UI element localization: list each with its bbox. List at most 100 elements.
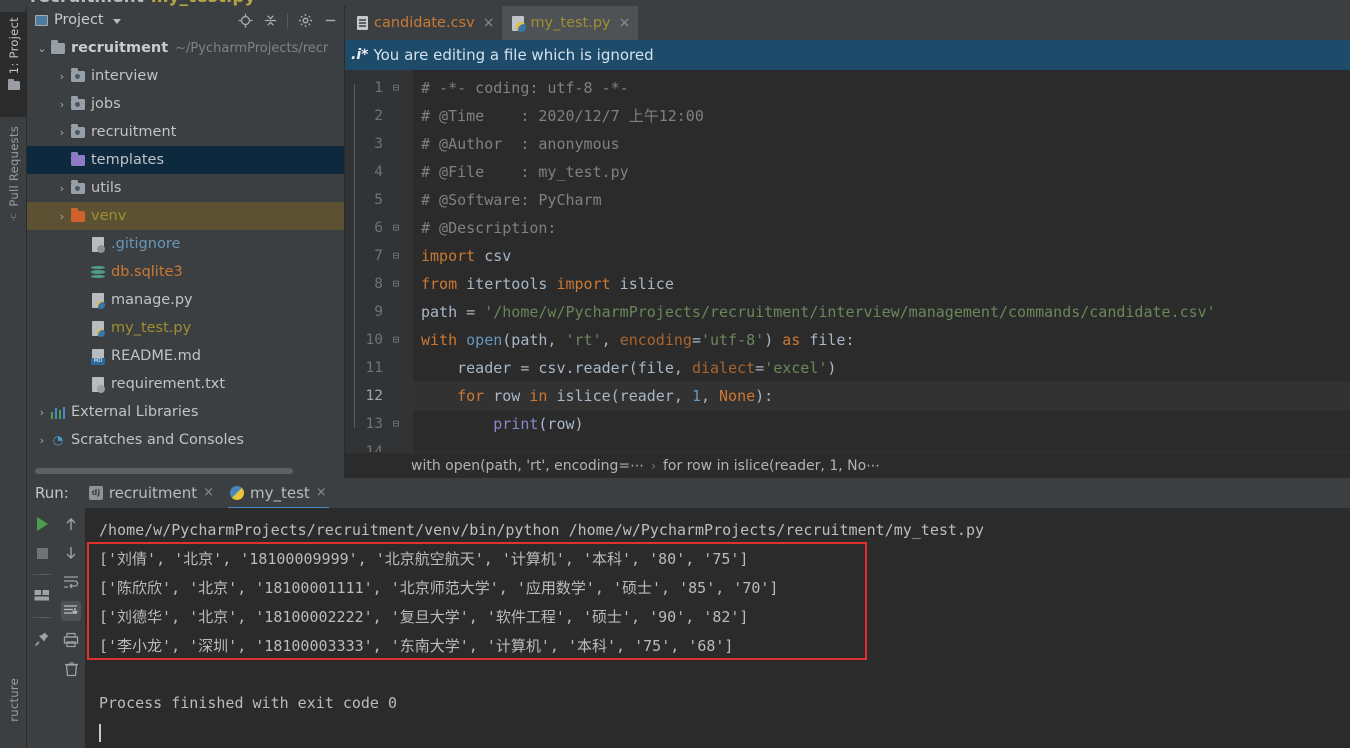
run-tab-label: my_test — [250, 483, 310, 502]
code-line[interactable]: # @Time : 2020/12/7 上午12:00 — [413, 102, 1350, 130]
code-editor[interactable]: ⊟ ⊟ ⊟ ⊟ ⊟ ⊟ 1 2 3 4 5 6 7 8 9 10 11 12 13 14 # -*- coding:… — [345, 70, 1350, 452]
tree-item-jobs[interactable]: › jobs — [27, 90, 344, 118]
code-token: 'rt' — [565, 331, 602, 349]
project-tree[interactable]: ⌄ recruitment ~/PycharmProjects/recr › inter… — [27, 34, 344, 478]
down-stacktrace-button[interactable] — [61, 543, 81, 563]
toolbar-divider — [33, 574, 51, 575]
code-fold-line — [354, 84, 355, 428]
chevron-down-icon[interactable] — [112, 18, 121, 24]
pin-tab-button[interactable] — [32, 629, 52, 649]
tree-item-db-sqlite3[interactable]: db.sqlite3 — [27, 258, 344, 286]
code-line[interactable]: print(row) — [413, 410, 1350, 438]
close-icon[interactable]: × — [619, 15, 631, 31]
fold-toggle-icon[interactable]: ⊟ — [387, 74, 405, 102]
folder-module-icon — [71, 68, 85, 82]
python-icon — [230, 485, 244, 500]
file-gitignore-icon — [92, 236, 105, 253]
toolwindow-button-project[interactable]: 1: Project — [0, 12, 27, 117]
tree-item-recruitment[interactable]: › recruitment — [27, 118, 344, 146]
breadcrumb-item[interactable]: with open(path, 'rt', encoding=⋯ — [411, 458, 644, 474]
project-tree-horizontal-scrollbar[interactable] — [35, 468, 293, 474]
expand-arrow-icon[interactable]: › — [55, 211, 69, 222]
expand-arrow-icon[interactable]: › — [55, 183, 69, 194]
editor-tab-candidate-csv[interactable]: candidate.csv × — [347, 6, 502, 40]
expand-arrow-icon[interactable]: ⌄ — [35, 43, 49, 54]
code-line[interactable] — [413, 438, 1350, 452]
expand-arrow-icon[interactable]: › — [55, 99, 69, 110]
line-number-gutter[interactable]: ⊟ ⊟ ⊟ ⊟ ⊟ ⊟ 1 2 3 4 5 6 7 8 9 10 11 12 13 14 — [345, 70, 413, 452]
expand-arrow-icon[interactable]: › — [35, 407, 49, 418]
code-token: = — [691, 331, 701, 349]
locate-icon[interactable] — [237, 12, 253, 28]
folder-module-icon — [71, 180, 85, 194]
run-tab-my-test[interactable]: my_test × — [224, 481, 333, 509]
breadcrumb[interactable]: with open(path, 'rt', encoding=⋯ › for row… — [345, 452, 1350, 478]
toolwindow-button-structure[interactable]: ructure — [0, 674, 27, 748]
code-line[interactable]: import csv — [413, 242, 1350, 270]
editor-notification-bar[interactable]: .i* You are editing a file which is igno… — [345, 40, 1350, 70]
tree-item-recruitment[interactable]: ⌄ recruitment ~/PycharmProjects/recr — [27, 34, 344, 62]
code-content[interactable]: # -*- coding: utf-8 -*- # @Time : 2020/12… — [413, 70, 1350, 452]
tree-item-utils[interactable]: › utils — [27, 174, 344, 202]
csv-file-icon — [357, 16, 368, 30]
code-token: open — [466, 331, 503, 349]
code-line[interactable]: # @Software: PyCharm — [413, 186, 1350, 214]
tree-item-readme-md[interactable]: README.md — [27, 342, 344, 370]
toolwindow-button-pull-requests[interactable]: Pull Requests ⑂ — [0, 122, 27, 252]
code-line[interactable]: for row in islice(reader, 1, None): — [413, 382, 1350, 410]
restore-layout-button[interactable] — [32, 586, 52, 606]
tree-item-requirement-txt[interactable]: requirement.txt — [27, 370, 344, 398]
code-line[interactable]: with open(path, 'rt', encoding='utf-8') … — [413, 326, 1350, 354]
tree-item-interview[interactable]: › interview — [27, 62, 344, 90]
code-line[interactable]: reader = csv.reader(file, dialect='excel… — [413, 354, 1350, 382]
tree-item-venv[interactable]: › venv — [27, 202, 344, 230]
fold-toggle-icon[interactable]: ⊟ — [387, 326, 405, 354]
scroll-to-end-button[interactable] — [61, 601, 81, 621]
console-scrollbar[interactable] — [1339, 508, 1350, 748]
close-icon[interactable]: × — [316, 485, 327, 500]
breadcrumb-item[interactable]: for row in islice(reader, 1, No⋯ — [663, 458, 880, 474]
clear-all-button[interactable] — [61, 659, 81, 679]
expand-arrow-icon[interactable]: › — [35, 435, 49, 446]
settings-gear-icon[interactable] — [297, 12, 313, 28]
code-line[interactable]: # -*- coding: utf-8 -*- — [413, 74, 1350, 102]
code-line[interactable]: # @File : my_test.py — [413, 158, 1350, 186]
collapse-all-icon[interactable] — [262, 12, 278, 28]
tree-item-templates[interactable]: templates — [27, 146, 344, 174]
run-tab-recruitment[interactable]: dj recruitment × — [83, 481, 220, 506]
code-token: from — [421, 275, 458, 293]
close-icon[interactable]: × — [483, 15, 495, 31]
rerun-button[interactable] — [32, 514, 52, 534]
tree-item-gitignore[interactable]: .gitignore — [27, 230, 344, 258]
up-stacktrace-button[interactable] — [61, 514, 81, 534]
file-python-icon — [92, 320, 105, 337]
code-line[interactable]: path = '/home/w/PycharmProjects/recruitm… — [413, 298, 1350, 326]
console-rows: ['刘倩', '北京', '18100009999', '北京航空航天', '计… — [99, 545, 1350, 661]
code-line[interactable]: # @Description: — [413, 214, 1350, 242]
editor-tab-label: candidate.csv — [374, 15, 475, 31]
print-button[interactable] — [61, 630, 81, 650]
fold-toggle-icon[interactable]: ⊟ — [387, 410, 405, 438]
django-icon: dj — [88, 485, 103, 500]
expand-arrow-icon[interactable]: › — [55, 127, 69, 138]
project-panel-title-group[interactable]: Project — [35, 12, 121, 28]
code-line[interactable]: # @Author : anonymous — [413, 130, 1350, 158]
fold-toggle-icon[interactable]: ⊟ — [387, 270, 405, 298]
soft-wrap-button[interactable] — [61, 572, 81, 592]
code-line[interactable]: from itertools import islice — [413, 270, 1350, 298]
hide-window-icon[interactable] — [322, 12, 338, 28]
fold-toggle-icon[interactable]: ⊟ — [387, 214, 405, 242]
fold-markers-column[interactable]: ⊟ ⊟ ⊟ ⊟ ⊟ ⊟ — [387, 74, 405, 452]
toolwindow-label-pull-requests: Pull Requests — [6, 126, 21, 207]
close-icon[interactable]: × — [203, 485, 214, 500]
fold-toggle-icon[interactable]: ⊟ — [387, 242, 405, 270]
stop-button[interactable] — [32, 543, 52, 563]
tree-item-external-libraries[interactable]: › External Libraries — [27, 398, 344, 426]
tree-item-scratches-and-consoles[interactable]: › ◔ Scratches and Consoles — [27, 426, 344, 454]
console-output[interactable]: /home/w/PycharmProjects/recruitment/venv… — [85, 508, 1350, 748]
tree-item-my-test-py[interactable]: my_test.py — [27, 314, 344, 342]
editor-tab-my-test-py[interactable]: my_test.py × — [502, 6, 639, 40]
expand-arrow-icon[interactable]: › — [55, 71, 69, 82]
tree-item-manage-py[interactable]: manage.py — [27, 286, 344, 314]
